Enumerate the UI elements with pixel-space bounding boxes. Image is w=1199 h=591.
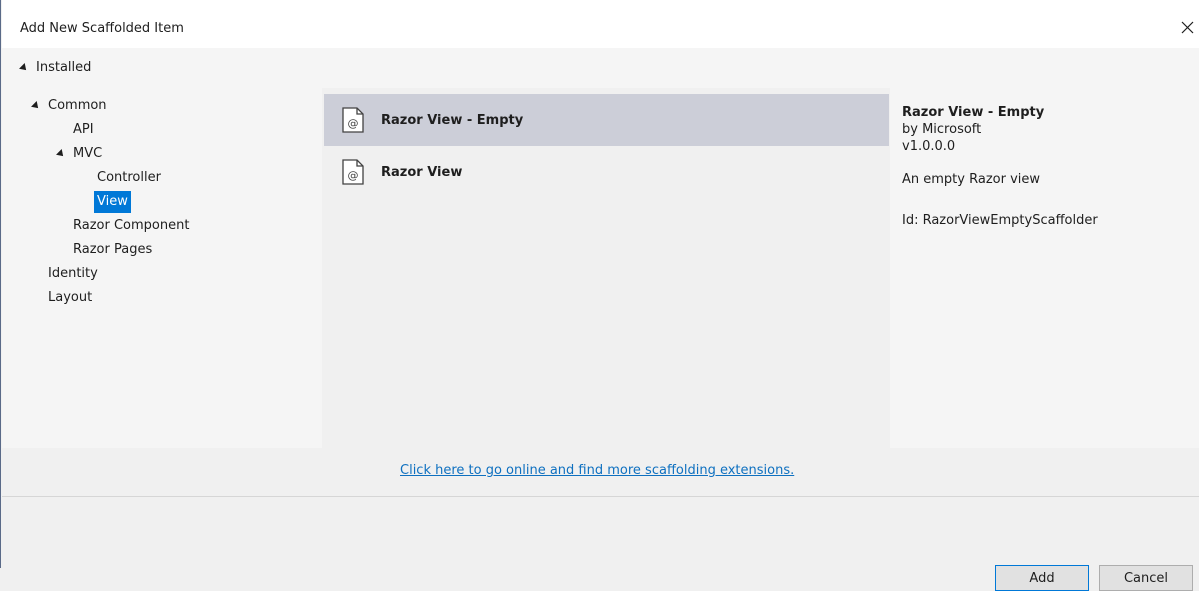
cancel-button[interactable]: Cancel bbox=[1099, 565, 1193, 591]
razor-file-icon: @ bbox=[342, 159, 364, 185]
details-panel: Razor View - Empty by Microsoft v1.0.0.0… bbox=[890, 88, 1199, 448]
dialog-title: Add New Scaffolded Item bbox=[20, 21, 184, 36]
button-bar: Add Cancel bbox=[2, 497, 1199, 591]
tree-item-api[interactable]: API bbox=[73, 119, 94, 141]
tree-item-common[interactable]: Common bbox=[31, 95, 107, 117]
tree-item-razor-pages[interactable]: Razor Pages bbox=[73, 239, 152, 261]
details-description: An empty Razor view bbox=[902, 172, 1041, 187]
template-item-razor-view[interactable]: @ Razor View bbox=[324, 146, 889, 198]
close-icon bbox=[1181, 21, 1193, 33]
add-button[interactable]: Add bbox=[995, 565, 1089, 591]
installed-node[interactable]: Installed bbox=[19, 60, 92, 75]
tree-item-layout[interactable]: Layout bbox=[48, 287, 92, 309]
template-list: @ Razor View - Empty @ Razor View bbox=[322, 88, 890, 446]
installed-header: Installed bbox=[2, 48, 1199, 88]
tree-item-view[interactable]: View bbox=[94, 191, 131, 213]
tree-item-controller[interactable]: Controller bbox=[97, 167, 161, 189]
title-bar: Add New Scaffolded Item bbox=[2, 0, 1199, 48]
category-tree: Common API MVC Controller View Razor Com… bbox=[2, 88, 322, 448]
tree-item-label: Razor Pages bbox=[73, 242, 153, 257]
template-item-razor-view-empty[interactable]: @ Razor View - Empty bbox=[324, 94, 889, 146]
tree-item-label: API bbox=[73, 122, 94, 137]
tree-item-label: MVC bbox=[73, 146, 103, 161]
details-version: v1.0.0.0 bbox=[902, 139, 956, 154]
tree-item-label: Identity bbox=[48, 266, 98, 281]
expand-triangle-icon bbox=[31, 101, 41, 111]
tree-item-razor-component[interactable]: Razor Component bbox=[73, 215, 189, 237]
template-label: Razor View bbox=[381, 164, 463, 180]
svg-text:@: @ bbox=[348, 117, 359, 130]
tree-item-identity[interactable]: Identity bbox=[48, 263, 98, 285]
online-extensions-link[interactable]: Click here to go online and find more sc… bbox=[400, 463, 794, 478]
details-id: Id: RazorViewEmptyScaffolder bbox=[902, 213, 1098, 228]
details-author: by Microsoft bbox=[902, 122, 982, 137]
details-title: Razor View - Empty bbox=[902, 105, 1045, 120]
expand-triangle-icon bbox=[56, 149, 66, 159]
template-label: Razor View - Empty bbox=[381, 112, 524, 128]
installed-label: Installed bbox=[36, 60, 92, 75]
close-button[interactable] bbox=[1174, 10, 1199, 44]
expand-triangle-icon bbox=[19, 62, 29, 73]
tree-item-label: Controller bbox=[97, 170, 161, 185]
tree-item-label: Razor Component bbox=[73, 218, 190, 233]
tree-item-label: View bbox=[94, 191, 131, 213]
scaffold-dialog: Add New Scaffolded Item Installed Common… bbox=[0, 0, 1199, 591]
tree-item-label: Layout bbox=[48, 290, 93, 305]
razor-file-icon: @ bbox=[342, 107, 364, 133]
svg-text:@: @ bbox=[348, 169, 359, 182]
tree-item-label: Common bbox=[48, 98, 107, 113]
tree-item-mvc[interactable]: MVC bbox=[56, 143, 103, 165]
